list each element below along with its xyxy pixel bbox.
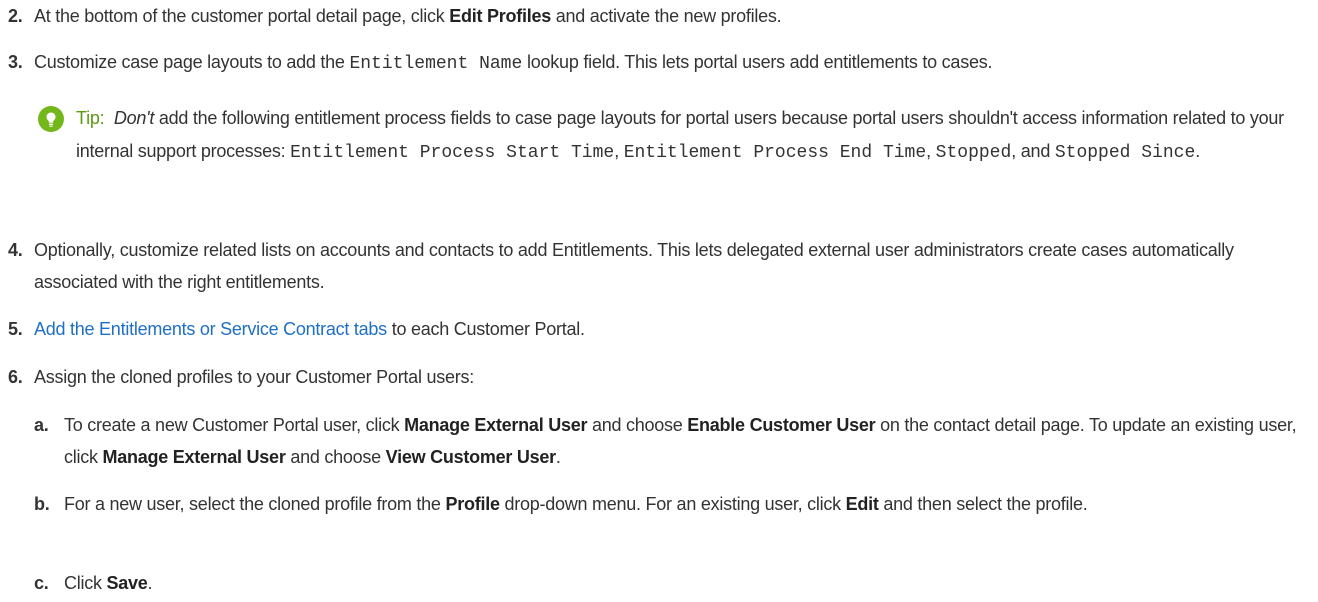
field-name-code: Stopped Since (1054, 143, 1196, 163)
substep-letter: a. (34, 415, 49, 435)
ui-label: Profile (445, 494, 500, 514)
field-name-code: Stopped (935, 143, 1012, 163)
substep-text: For a new user, select the cloned profil… (64, 494, 1088, 514)
entitlements-tabs-link[interactable]: Add the Entitlements or Service Contract… (34, 319, 387, 339)
step-text: Customize case page layouts to add the E… (34, 52, 993, 74)
tip-callout: Tip: Don't add the following entitlement… (76, 108, 1284, 163)
tip-emphasis: Don't (113, 108, 155, 128)
step-text: At the bottom of the customer portal det… (34, 6, 782, 26)
ui-label: Save (106, 573, 148, 593)
step-number: 6. (8, 367, 23, 387)
substep-letter: b. (34, 494, 50, 514)
tip-label: Tip: (76, 108, 105, 128)
field-name-code: Entitlement Process Start Time (290, 143, 615, 163)
ui-label: Enable Customer User (687, 415, 876, 435)
ui-label-edit-profiles: Edit Profiles (449, 6, 552, 26)
step-number: 3. (8, 52, 23, 72)
step-number: 2. (8, 6, 23, 26)
substep-text: To create a new Customer Portal user, cl… (64, 415, 1297, 467)
field-name-code: Entitlement Process End Time (623, 143, 927, 163)
ui-label: View Customer User (385, 447, 557, 467)
ui-label: Edit (845, 494, 879, 514)
substep-text: Click Save. (64, 573, 153, 593)
ui-label: Manage External User (404, 415, 588, 435)
step-text: Add the Entitlements or Service Contract… (34, 319, 585, 339)
ui-label: Manage External User (102, 447, 286, 467)
step-number: 5. (8, 319, 23, 339)
lightbulb-icon (38, 106, 64, 132)
step-text: Optionally, customize related lists on a… (34, 240, 1234, 292)
step-number: 4. (8, 240, 23, 260)
field-name-code: Entitlement Name (349, 54, 523, 74)
substep-letter: c. (34, 573, 49, 593)
step-text: Assign the cloned profiles to your Custo… (34, 367, 474, 387)
